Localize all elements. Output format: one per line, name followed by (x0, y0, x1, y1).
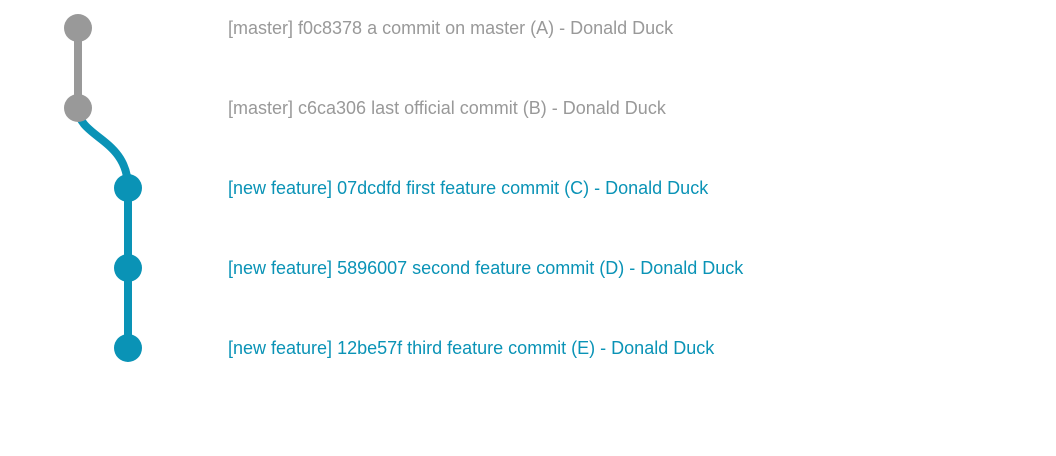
commit-node-3[interactable] (114, 254, 142, 282)
commit-node-2[interactable] (114, 174, 142, 202)
edge-2 (74, 104, 132, 192)
commit-label-d[interactable]: [new feature] 5896007 second feature com… (228, 257, 743, 279)
commit-node-1[interactable] (64, 94, 92, 122)
commit-label-c[interactable]: [new feature] 07dcdfd first feature comm… (228, 177, 708, 199)
commit-node-0[interactable] (64, 14, 92, 42)
commit-label-a[interactable]: [master] f0c8378 a commit on master (A) … (228, 17, 673, 39)
commit-node-4[interactable] (114, 334, 142, 362)
commit-label-b[interactable]: [master] c6ca306 last official commit (B… (228, 97, 666, 119)
commit-label-e[interactable]: [new feature] 12be57f third feature comm… (228, 337, 714, 359)
git-graph (64, 14, 142, 362)
